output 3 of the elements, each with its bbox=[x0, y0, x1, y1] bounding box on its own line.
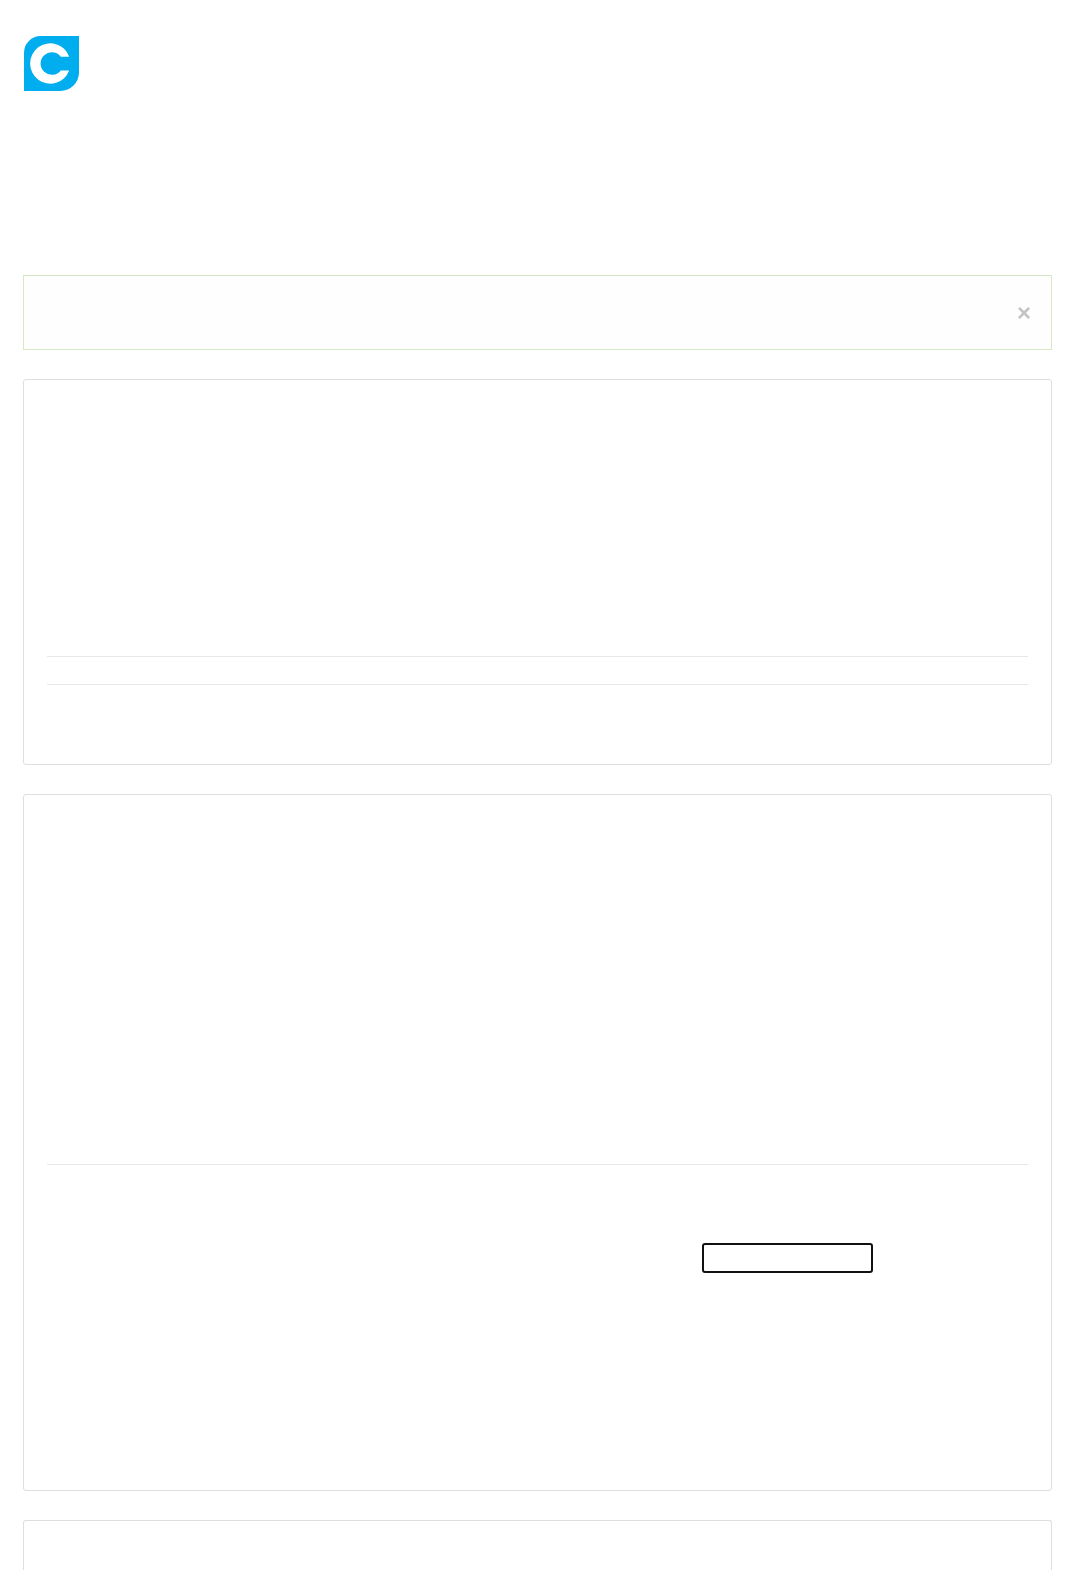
close-button[interactable]: × bbox=[1017, 300, 1031, 325]
logo-icon bbox=[24, 36, 79, 91]
input-field[interactable] bbox=[702, 1243, 873, 1273]
